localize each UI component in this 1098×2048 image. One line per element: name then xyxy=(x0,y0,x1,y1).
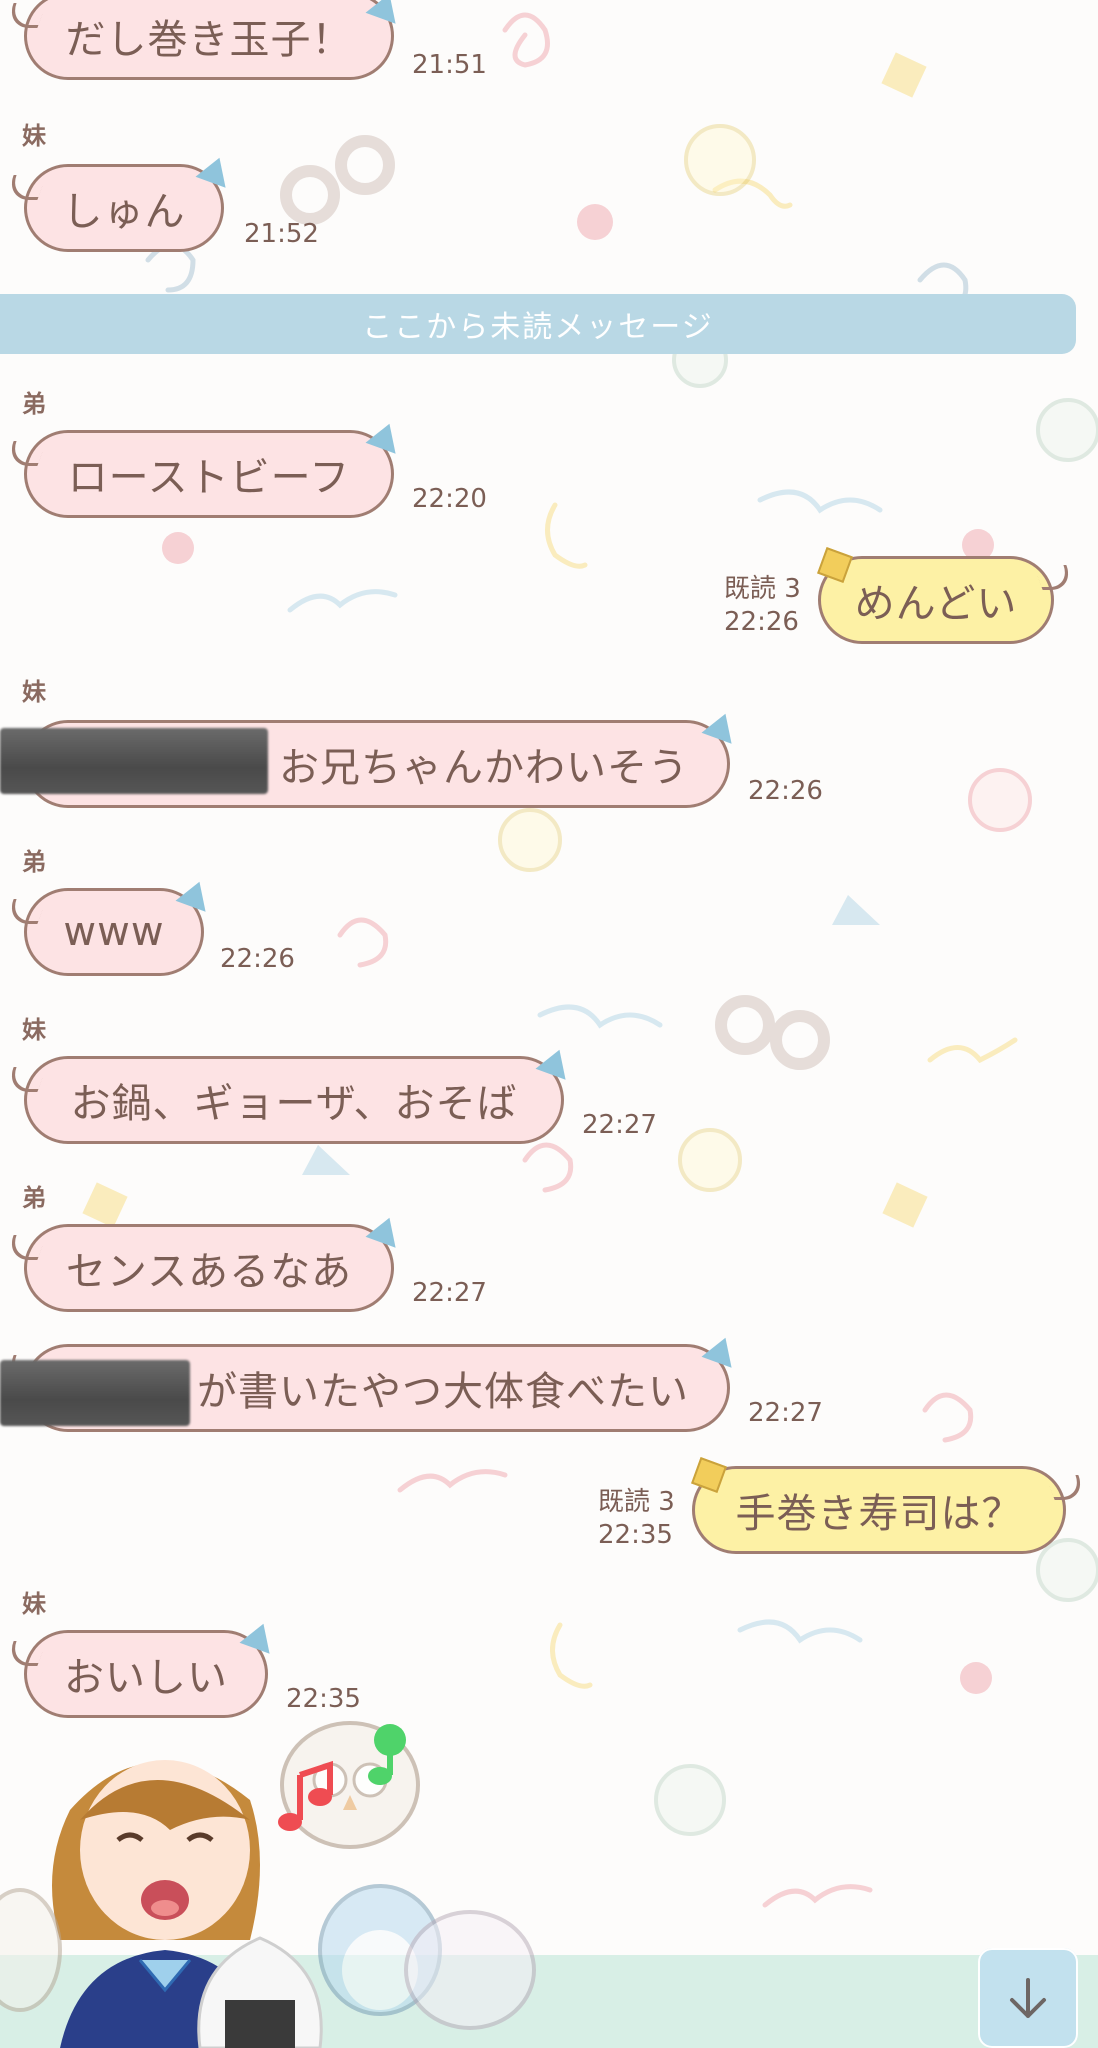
message-text: センスあるなあ xyxy=(65,1249,353,1295)
bubble-corner-decoration xyxy=(701,708,741,744)
sender-name: 妹 xyxy=(22,678,46,706)
message-time: 22:35 xyxy=(598,1520,673,1550)
message-bubble[interactable]: しゅん xyxy=(24,152,235,252)
read-count: 既読 3 xyxy=(724,574,801,604)
bubble-corner-decoration xyxy=(365,1212,405,1248)
character-illustration xyxy=(0,1721,536,2048)
unread-divider-label: ここから未読メッセージ xyxy=(362,310,714,345)
bubble-corner-decoration xyxy=(365,418,405,454)
message-text: 手巻き寿司は？ xyxy=(735,1491,1023,1537)
read-receipt: 既読 3 22:26 xyxy=(724,573,801,639)
message-row: しゅん 21:52 xyxy=(0,152,1098,260)
message-text: www xyxy=(63,909,165,955)
message-bubble[interactable]: www xyxy=(24,876,215,976)
message-row: ローストビーフ 22:20 xyxy=(0,418,1098,526)
message-time: 22:26 xyxy=(220,944,295,974)
message-time: 21:52 xyxy=(244,219,319,249)
bubble-corner-decoration xyxy=(817,547,853,583)
bubble-corner-decoration xyxy=(691,1457,727,1493)
sender-name: 弟 xyxy=(22,848,46,876)
message-text: おいしい xyxy=(64,1655,228,1701)
message-time: 22:27 xyxy=(748,1398,823,1428)
message-text: が書いたやつ大体食べたい xyxy=(197,1369,689,1415)
message-row: www 22:26 xyxy=(0,876,1098,984)
message-row: が書いたやつ大体食べたい 22:27 xyxy=(0,1332,1098,1440)
redacted-name-block xyxy=(0,728,268,794)
sender-name: 妹 xyxy=(22,122,46,150)
message-text: ローストビーフ xyxy=(67,455,351,501)
sender-name: 妹 xyxy=(22,1016,46,1044)
message-bubble[interactable]: お鍋、ギョーザ、おそば xyxy=(24,1044,575,1144)
message-bubble[interactable]: センスあるなあ xyxy=(24,1212,405,1312)
message-row-own: 既読 3 22:35 手巻き寿司は？ xyxy=(0,1457,1098,1562)
message-text: しゅん xyxy=(62,189,186,235)
message-row-own: 既読 3 22:26 めんどい xyxy=(0,547,1098,652)
message-time: 21:51 xyxy=(412,50,487,80)
bubble-corner-decoration xyxy=(175,876,215,912)
read-receipt: 既読 3 22:35 xyxy=(598,1486,675,1552)
message-time: 22:26 xyxy=(724,607,799,637)
bubble-corner-decoration xyxy=(535,1044,575,1080)
message-time: 22:27 xyxy=(582,1110,657,1140)
bubble-corner-decoration xyxy=(701,1332,741,1368)
arrow-down-icon xyxy=(1010,1978,1046,2018)
message-text: だし巻き玉子！ xyxy=(65,17,353,63)
message-time: 22:26 xyxy=(748,776,823,806)
message-text: お兄ちゃんかわいそう xyxy=(279,745,689,791)
unread-messages-divider: ここから未読メッセージ xyxy=(0,294,1076,354)
message-time: 22:20 xyxy=(412,484,487,514)
message-row: センスあるなあ 22:27 xyxy=(0,1212,1098,1320)
message-row: だし巻き玉子！ 21:51 xyxy=(0,0,1098,88)
message-bubble[interactable]: 手巻き寿司は？ xyxy=(691,1457,1066,1554)
sender-name: 弟 xyxy=(22,390,46,418)
message-time: 22:27 xyxy=(412,1278,487,1308)
scroll-to-bottom-button[interactable] xyxy=(978,1948,1078,2048)
bubble-corner-decoration xyxy=(239,1618,279,1654)
redacted-name-block xyxy=(0,1360,190,1426)
sender-name: 弟 xyxy=(22,1184,46,1212)
message-text: お鍋、ギョーザ、おそば xyxy=(70,1081,518,1127)
message-bubble[interactable]: ローストビーフ xyxy=(24,418,405,518)
message-row: お鍋、ギョーザ、おそば 22:27 xyxy=(0,1044,1098,1152)
bubble-corner-decoration xyxy=(365,0,405,24)
message-text: めんどい xyxy=(854,581,1018,627)
message-bubble[interactable]: だし巻き玉子！ xyxy=(24,0,405,80)
read-count: 既読 3 xyxy=(598,1487,675,1517)
bubble-corner-decoration xyxy=(195,152,235,188)
message-bubble[interactable]: めんどい xyxy=(817,547,1054,644)
message-row: お兄ちゃんかわいそう 22:26 xyxy=(0,708,1098,816)
sender-name: 妹 xyxy=(22,1590,46,1618)
